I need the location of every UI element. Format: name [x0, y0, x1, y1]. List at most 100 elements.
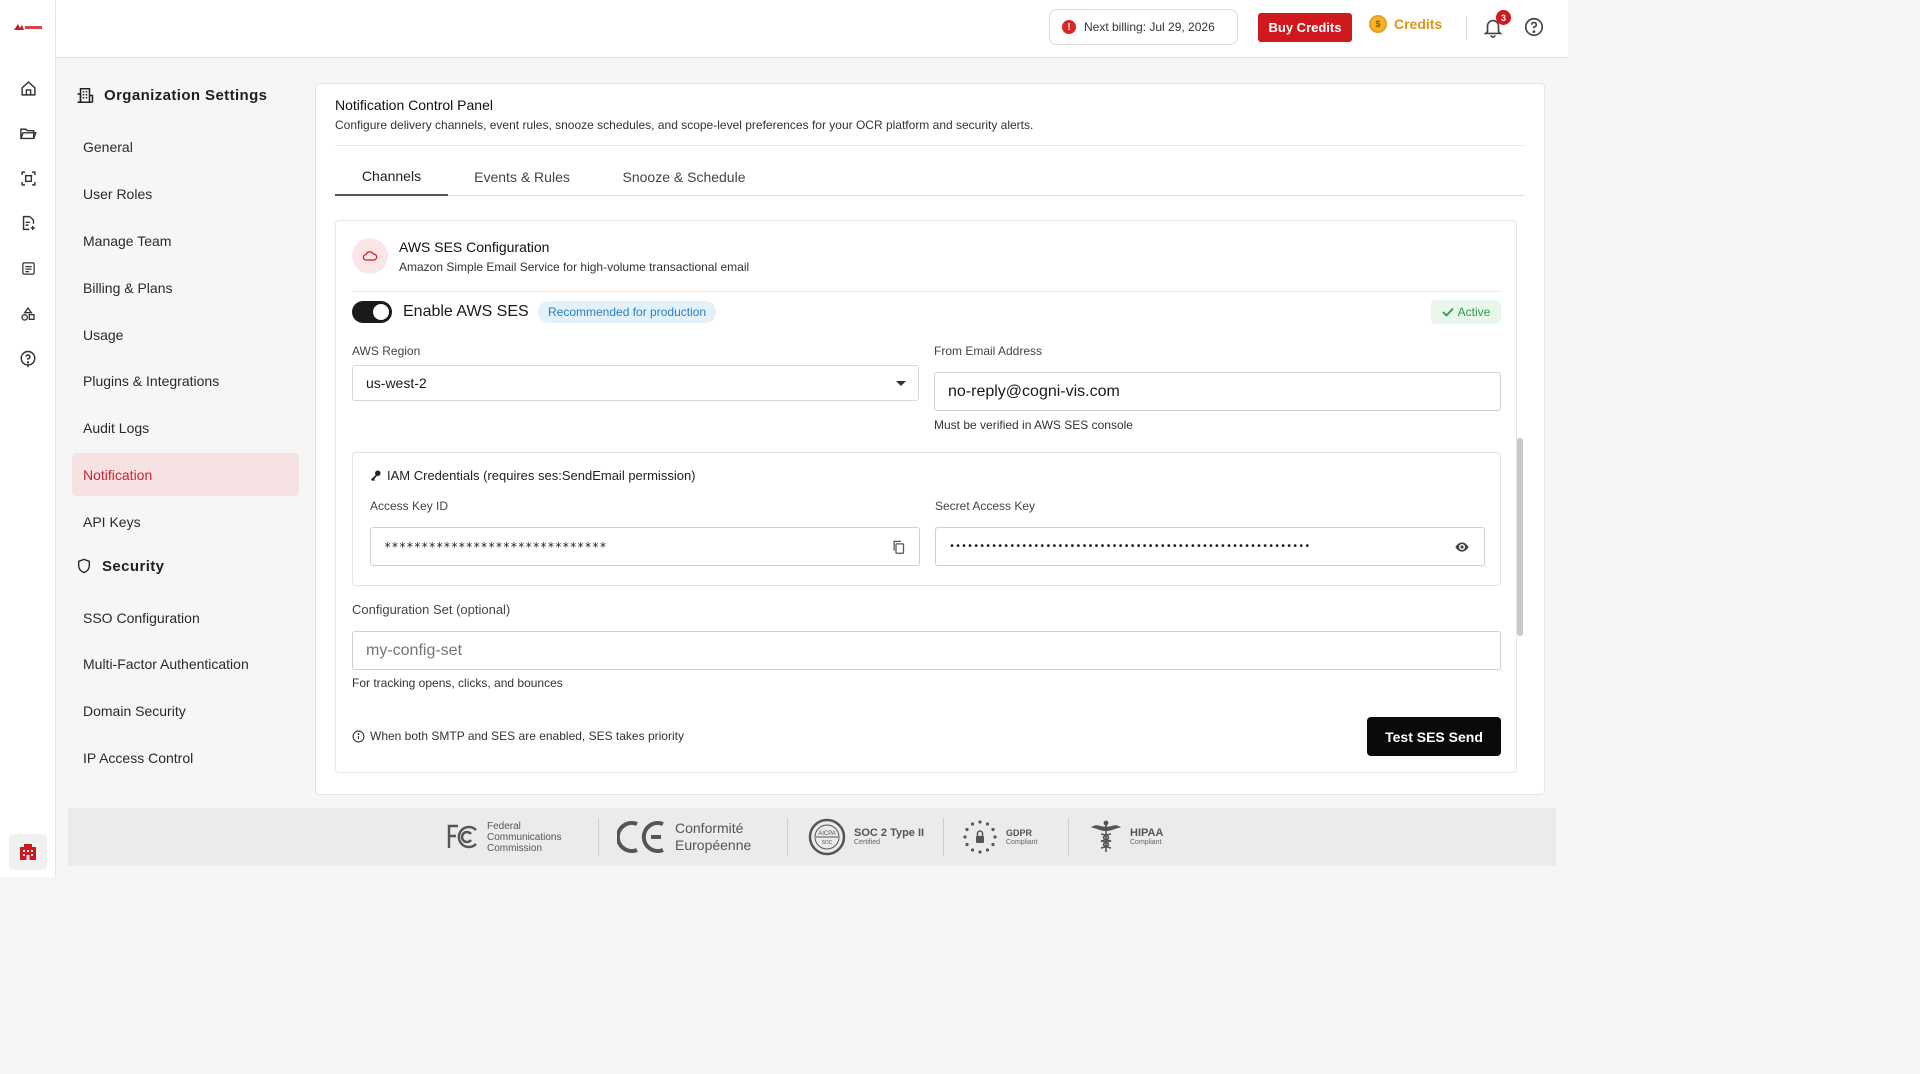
caret-down-icon	[896, 381, 906, 386]
region-select[interactable]: us-west-2	[352, 365, 919, 401]
divider	[943, 818, 944, 856]
tab-snooze-schedule[interactable]: Snooze & Schedule	[605, 158, 763, 196]
nav-item-notification[interactable]: Notification	[72, 453, 299, 496]
buy-credits-button[interactable]: Buy Credits	[1258, 13, 1352, 42]
nav-item-sso-configuration[interactable]: SSO Configuration	[72, 596, 299, 639]
shield-icon	[78, 558, 90, 574]
copy-icon[interactable]	[891, 539, 906, 555]
iam-credentials-box: IAM Credentials (requires ses:SendEmail …	[352, 452, 1501, 586]
help-button[interactable]	[1523, 16, 1547, 40]
nav-item-billing-plans[interactable]: Billing & Plans	[72, 266, 299, 309]
region-label: AWS Region	[352, 344, 421, 358]
nav-item-audit-logs[interactable]: Audit Logs	[72, 406, 299, 449]
security-heading: Security	[76, 557, 164, 575]
iam-credentials-title: IAM Credentials (requires ses:SendEmail …	[370, 468, 696, 483]
top-bar: ! Next billing: Jul 29, 2026 Buy Credits…	[56, 0, 1568, 58]
coin-icon: $	[1369, 15, 1387, 33]
recommended-badge: Recommended for production	[538, 301, 717, 323]
billing-status[interactable]: ! Next billing: Jul 29, 2026	[1049, 9, 1238, 45]
cloud-icon	[352, 238, 388, 274]
organization-settings-heading: Organization Settings	[76, 86, 267, 105]
settings-nav: Organization Settings General User Roles…	[56, 58, 314, 808]
help-icon	[1524, 17, 1544, 37]
credits-button[interactable]: $ Credits	[1369, 15, 1442, 33]
building-icon	[20, 844, 36, 860]
home-icon[interactable]	[16, 76, 40, 100]
status-badge: Active	[1431, 300, 1501, 324]
brand-logo	[14, 24, 42, 30]
nav-item-user-roles[interactable]: User Roles	[72, 172, 299, 215]
secret-key-value: ••••••••••••••••••••••••••••••••••••••••…	[949, 541, 1311, 552]
nav-item-plugins-integrations[interactable]: Plugins & Integrations	[72, 359, 299, 402]
folder-icon[interactable]	[16, 121, 40, 145]
config-set-helper: For tracking opens, clicks, and bounces	[352, 676, 563, 690]
nav-item-multi-factor-authentication[interactable]: Multi-Factor Authentication	[72, 642, 299, 685]
nav-item-usage[interactable]: Usage	[72, 313, 299, 356]
priority-note: When both SMTP and SES are enabled, SES …	[352, 729, 684, 743]
access-key-label: Access Key ID	[370, 499, 449, 513]
soc2-badge: AICPA SOC SOC 2 Type II Certified	[808, 808, 924, 866]
tab-channels[interactable]: Channels	[335, 158, 448, 196]
eye-icon[interactable]	[1454, 541, 1470, 553]
ce-badge: Conformité Européenne	[617, 808, 751, 866]
region-value: us-west-2	[366, 375, 427, 391]
gdpr-badge: GDPR Compliant	[962, 808, 1038, 866]
from-email-label: From Email Address	[934, 344, 1043, 358]
divider	[1068, 818, 1069, 856]
ses-card-subtitle: Amazon Simple Email Service for high-vol…	[399, 260, 750, 274]
ce-mark-icon	[617, 821, 664, 853]
divider	[787, 818, 788, 856]
credits-label: Credits	[1394, 16, 1443, 32]
svg-text:SOC: SOC	[822, 840, 833, 846]
organization-button[interactable]	[9, 834, 47, 870]
scrollbar-thumb[interactable]	[1517, 438, 1523, 636]
aws-ses-card: AWS SES Configuration Amazon Simple Emai…	[335, 220, 1517, 773]
divider	[1466, 16, 1467, 40]
building-outline-icon	[77, 88, 94, 103]
from-email-input[interactable]: no-reply@cogni-vis.com	[934, 372, 1501, 411]
scrollbar[interactable]	[1517, 216, 1523, 782]
fcc-badge: Federal Communications Commission	[447, 808, 561, 866]
fcc-logo-icon	[447, 824, 477, 849]
secret-key-label: Secret Access Key	[935, 499, 1036, 513]
divider	[335, 145, 1525, 146]
caduceus-icon	[1090, 820, 1122, 852]
alert-icon: !	[1062, 20, 1076, 34]
test-ses-send-button[interactable]: Test SES Send	[1367, 717, 1501, 756]
notifications-button[interactable]: 3	[1482, 10, 1511, 40]
config-set-label: Configuration Set (optional)	[352, 602, 511, 617]
divider	[352, 291, 1501, 292]
nav-item-ip-access-control[interactable]: IP Access Control	[72, 736, 299, 779]
document-add-icon[interactable]	[16, 211, 40, 235]
access-key-input[interactable]: ******************************	[370, 527, 920, 566]
aicpa-soc-icon: AICPA SOC	[808, 818, 846, 856]
scan-icon[interactable]	[16, 166, 40, 190]
config-set-input[interactable]	[352, 631, 1501, 670]
nav-item-domain-security[interactable]: Domain Security	[72, 689, 299, 732]
enable-ses-toggle[interactable]	[352, 301, 392, 323]
tab-events-rules[interactable]: Events & Rules	[459, 158, 585, 196]
access-key-value: ******************************	[384, 539, 607, 554]
shapes-icon[interactable]	[16, 302, 40, 326]
from-email-value: no-reply@cogni-vis.com	[948, 382, 1120, 400]
left-rail	[0, 0, 56, 877]
notification-control-panel: Notification Control Panel Configure del…	[315, 83, 1545, 795]
nav-item-manage-team[interactable]: Manage Team	[72, 219, 299, 262]
info-icon	[352, 730, 365, 742]
ses-card-title: AWS SES Configuration	[399, 239, 550, 255]
secret-key-input[interactable]: ••••••••••••••••••••••••••••••••••••••••…	[935, 527, 1485, 566]
check-icon	[1442, 307, 1454, 317]
page-title: Notification Control Panel	[335, 97, 493, 113]
svg-text:AICPA: AICPA	[818, 831, 836, 837]
tab-bar: Channels Events & Rules Snooze & Schedul…	[335, 158, 1525, 196]
help-circle-icon[interactable]	[16, 347, 40, 371]
list-icon[interactable]	[16, 256, 40, 280]
gdpr-stars-icon	[963, 820, 997, 854]
enable-ses-label: Enable AWS SES	[403, 303, 529, 320]
nav-item-api-keys[interactable]: API Keys	[72, 500, 299, 543]
billing-text: Next billing: Jul 29, 2026	[1084, 20, 1215, 34]
page-subtitle: Configure delivery channels, event rules…	[335, 118, 1034, 132]
from-email-helper: Must be verified in AWS SES console	[934, 418, 1133, 432]
key-icon	[370, 470, 381, 481]
nav-item-general[interactable]: General	[72, 125, 299, 168]
